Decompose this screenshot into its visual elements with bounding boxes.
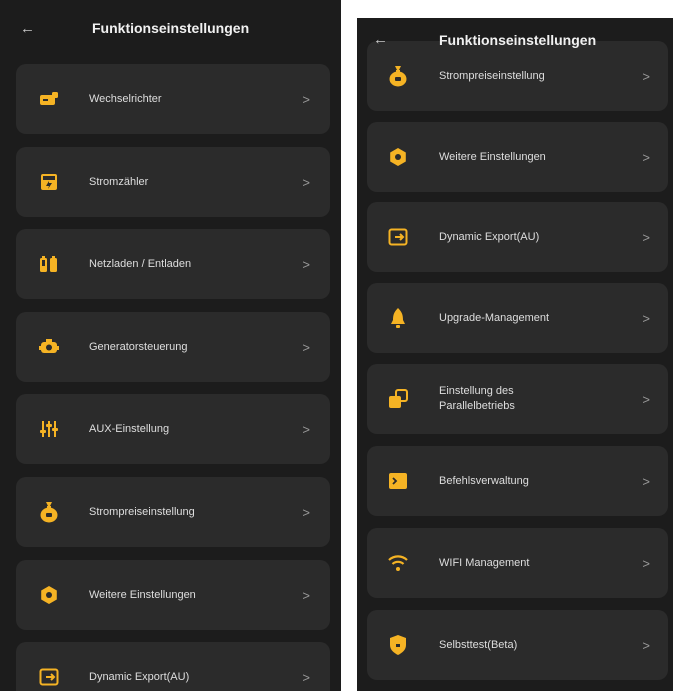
menu-item-wifi-management[interactable]: WIFI Management > [367, 528, 668, 598]
chevron-right-icon: > [302, 91, 310, 107]
menu-item-label: WIFI Management [439, 556, 530, 569]
screen-left: ← Funktionseinstellungen Wechselrichter … [0, 0, 341, 691]
menu-item-strompreiseinstellung[interactable]: Strompreiseinstellung > [16, 477, 330, 547]
back-arrow-icon[interactable]: ← [20, 20, 35, 37]
screen-right: Strompreiseinstellung > ← Funktionseinst… [357, 18, 673, 691]
inverter-icon [38, 88, 60, 110]
menu-item-label: Dynamic Export(AU) [439, 230, 540, 243]
money-bag-icon [387, 65, 409, 87]
chevron-right-icon: > [642, 68, 650, 84]
menu-item-aux-einstellung[interactable]: AUX-Einstellung > [16, 394, 330, 464]
menu-item-label: Wechselrichter [89, 92, 162, 105]
menu-item-label: Weitere Einstellungen [439, 150, 546, 163]
chevron-right-icon: > [302, 504, 310, 520]
menu-item-label: Weitere Einstellungen [89, 588, 196, 601]
generator-icon [38, 336, 60, 358]
chevron-right-icon: > [642, 149, 650, 165]
chevron-right-icon: > [642, 473, 650, 489]
menu-item-netzladen[interactable]: Netzladen / Entladen > [16, 229, 330, 299]
chevron-right-icon: > [642, 555, 650, 571]
sliders-icon [38, 418, 60, 440]
chevron-right-icon: > [302, 174, 310, 190]
menu-item-selbsttest[interactable]: Selbsttest(Beta) > [367, 610, 668, 680]
chevron-right-icon: > [302, 669, 310, 685]
chevron-right-icon: > [642, 229, 650, 245]
chevron-right-icon: > [302, 421, 310, 437]
menu-item-weitere-einstellungen[interactable]: Weitere Einstellungen > [367, 122, 668, 192]
menu-item-stromzaehler[interactable]: Stromzähler > [16, 147, 330, 217]
money-bag-icon [38, 501, 60, 523]
menu-item-label: Befehlsverwaltung [439, 474, 529, 487]
menu-item-wechselrichter[interactable]: Wechselrichter > [16, 64, 330, 134]
menu-item-label: Einstellung des Parallelbetriebs [439, 385, 515, 412]
meter-icon [38, 171, 60, 193]
chevron-right-icon: > [642, 637, 650, 653]
page-title: Funktionseinstellungen [439, 32, 597, 48]
shield-icon [387, 634, 409, 656]
menu-item-parallelbetrieb[interactable]: Einstellung des Parallelbetriebs > [367, 364, 668, 434]
menu-item-label: AUX-Einstellung [89, 422, 170, 435]
header: ← Funktionseinstellungen [357, 18, 673, 62]
menu-item-label: Netzladen / Entladen [89, 257, 192, 270]
menu-item-label: Generatorsteuerung [89, 340, 188, 353]
chevron-right-icon: > [642, 391, 650, 407]
menu-item-label: Stromzähler [89, 175, 149, 188]
header: ← Funktionseinstellungen [0, 0, 341, 58]
chevron-right-icon: > [302, 256, 310, 272]
menu-item-label: Upgrade-Management [439, 311, 550, 324]
battery-icon [38, 253, 60, 275]
back-arrow-icon[interactable]: ← [373, 31, 388, 48]
bell-icon [387, 307, 409, 329]
chevron-right-icon: > [302, 587, 310, 603]
menu-item-upgrade-management[interactable]: Upgrade-Management > [367, 283, 668, 353]
menu-item-dynamic-export[interactable]: Dynamic Export(AU) > [367, 202, 668, 272]
export-icon [387, 226, 409, 248]
menu-item-label: Strompreiseinstellung [89, 505, 195, 518]
menu-item-weitere-einstellungen[interactable]: Weitere Einstellungen > [16, 560, 330, 630]
gear-icon [38, 584, 60, 606]
wifi-icon [387, 552, 409, 574]
menu-item-befehlsverwaltung[interactable]: Befehlsverwaltung > [367, 446, 668, 516]
menu-item-generatorsteuerung[interactable]: Generatorsteuerung > [16, 312, 330, 382]
menu-item-label: Selbsttest(Beta) [439, 638, 518, 651]
page-title: Funktionseinstellungen [92, 20, 250, 36]
chevron-right-icon: > [302, 339, 310, 355]
chevron-right-icon: > [642, 310, 650, 326]
menu-item-label: Dynamic Export(AU) [89, 670, 190, 683]
gear-icon [387, 146, 409, 168]
menu-item-dynamic-export[interactable]: Dynamic Export(AU) > [16, 642, 330, 691]
menu-item-label: Strompreiseinstellung [439, 69, 545, 82]
export-icon [38, 666, 60, 688]
terminal-icon [387, 470, 409, 492]
parallel-icon [387, 388, 409, 410]
